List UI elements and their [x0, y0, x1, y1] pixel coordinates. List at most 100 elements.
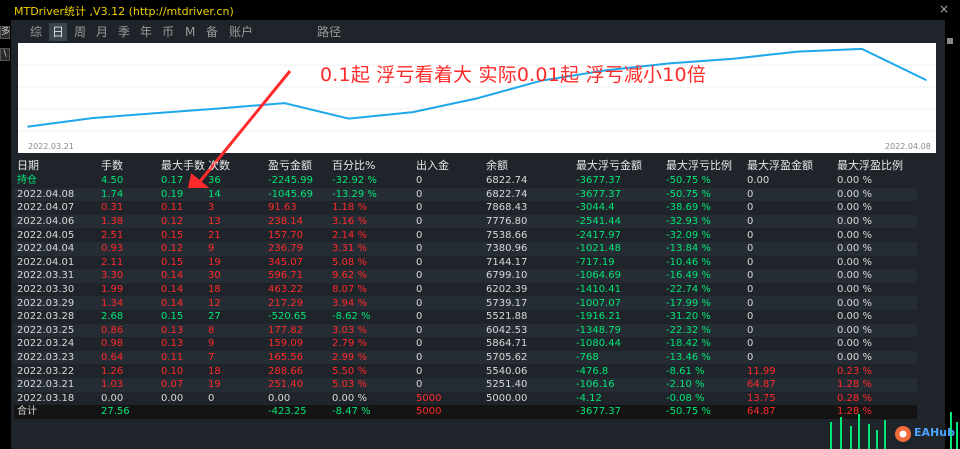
- table-cell: 0.00 %: [837, 284, 872, 296]
- column-header[interactable]: 手数: [101, 157, 161, 174]
- table-cell: 0.12: [161, 241, 208, 256]
- table-cell: 0.00 %: [837, 350, 917, 365]
- table-cell: 0.00 %: [837, 175, 872, 187]
- table-cell: 0.23 %: [837, 365, 872, 377]
- table-cell: 13.75: [747, 392, 776, 404]
- table-cell: 0.14: [161, 296, 208, 310]
- table-cell: 0.11: [161, 350, 208, 365]
- table-row: 2022.03.18 0.00 0.00 0 0.00 0.00 % 5000 5000.00…: [14, 392, 917, 406]
- table-cell: -2417.97: [576, 229, 621, 241]
- table-cell: 1.99: [101, 284, 124, 296]
- table-header-row: 日期 手数 最大手数 次数 盈亏金额 百分比% 出入金 余额 最大浮亏金额 最大浮亏比例 最大浮盈金…: [14, 157, 917, 174]
- table-cell: 0.15: [161, 311, 184, 323]
- eahub-watermark: EAHub: [893, 423, 955, 445]
- table-cell: 2.11: [101, 256, 124, 268]
- table-cell: 0.00 %: [837, 214, 917, 229]
- table-cell: 0: [416, 377, 486, 392]
- table-cell: 0.15: [161, 229, 184, 241]
- table-cell: 0: [208, 392, 215, 404]
- table-cell: 1.03: [101, 377, 161, 392]
- table-cell: 0: [416, 269, 486, 283]
- table-cell: 18: [208, 365, 221, 377]
- table-cell: -106.16: [576, 377, 666, 392]
- table-cell: 3.03 %: [332, 323, 416, 338]
- table-cell: 1.74: [101, 187, 161, 202]
- table-cell: 2022.03.28: [17, 311, 75, 323]
- table-cell: -38.69 %: [666, 202, 711, 214]
- column-header[interactable]: 余额: [486, 157, 576, 174]
- table-cell: 19: [208, 377, 268, 392]
- table-cell: -1021.48: [576, 241, 666, 256]
- table-cell: 1.18 %: [332, 202, 367, 214]
- table-row: 2022.04.05 2.51 0.15 21 157.70 2.14 % 0 7538.66…: [14, 228, 917, 242]
- table-cell: 18: [208, 284, 221, 296]
- table-cell: 0: [747, 241, 837, 256]
- column-header[interactable]: 盈亏金额: [268, 157, 332, 174]
- table-cell: 2.14 %: [332, 229, 367, 241]
- table-cell: 236.79: [268, 241, 332, 256]
- column-header[interactable]: 最大浮亏比例: [666, 157, 747, 174]
- table-cell: 0.00: [747, 175, 770, 187]
- table-cell: 2022.03.30: [17, 284, 75, 296]
- table-cell: 251.40: [268, 377, 332, 392]
- table-cell: 0.86: [101, 323, 161, 338]
- column-header[interactable]: 日期: [14, 157, 101, 174]
- table-cell: 217.29: [268, 296, 332, 310]
- table-row: 2022.04.06 1.38 0.12 13 238.14 3.16 % 0 7776.80…: [14, 214, 917, 229]
- table-cell: 0: [747, 269, 837, 283]
- column-header[interactable]: 最大手数: [161, 157, 208, 174]
- table-cell: 0.00 %: [332, 392, 367, 404]
- table-cell: 177.82: [268, 323, 332, 338]
- table-cell: 0.98: [101, 338, 124, 350]
- table-cell: 345.07: [268, 256, 303, 268]
- table-cell: 0: [416, 284, 423, 296]
- table-cell: 0: [747, 350, 837, 365]
- column-header[interactable]: 百分比%: [332, 157, 416, 174]
- table-cell: 0: [747, 256, 754, 268]
- table-cell: -3677.37: [576, 187, 666, 202]
- table-cell: 5864.71: [486, 338, 528, 350]
- table-cell: -32.09 %: [666, 229, 711, 241]
- table-cell: -0.08 %: [666, 392, 705, 404]
- column-header[interactable]: 最大浮盈比例: [837, 157, 917, 174]
- table-cell: -50.75 %: [666, 405, 747, 419]
- table-cell: 0.00 %: [837, 296, 917, 310]
- table-cell: 14: [208, 187, 268, 202]
- table-cell: 27: [208, 311, 221, 323]
- table-cell: 2022.04.01: [17, 256, 75, 268]
- table-row: 2022.03.25 0.86 0.13 8 177.82 3.03 % 0 6042.53-…: [14, 323, 917, 338]
- table-cell: 合计: [14, 405, 101, 419]
- table-cell: -10.46 %: [666, 256, 711, 268]
- table-cell: 36: [208, 175, 221, 187]
- table-cell: 0.00 %: [837, 256, 872, 268]
- column-header[interactable]: 次数: [208, 157, 268, 174]
- table-cell: 5521.88: [486, 311, 528, 323]
- column-header[interactable]: 出入金: [416, 157, 486, 174]
- table-cell: -768: [576, 350, 666, 365]
- table-cell: 0.00 %: [837, 241, 917, 256]
- daily-stats-table: 日期 手数 最大手数 次数 盈亏金额 百分比% 出入金 余额 最大浮亏金额 最大浮亏比例 最大浮盈金…: [14, 157, 917, 419]
- table-cell: 5251.40: [486, 377, 576, 392]
- table-cell: 1.38: [101, 214, 161, 229]
- table-cell: 0: [416, 338, 423, 350]
- table-cell: -22.74 %: [666, 284, 711, 296]
- table-cell: 6822.74: [486, 187, 576, 202]
- table-cell: 3.94 %: [332, 296, 416, 310]
- table-cell: 0.17: [161, 175, 184, 187]
- table-cell: -1045.69: [268, 187, 332, 202]
- table-cell: 0.00: [101, 392, 124, 404]
- table-cell: 0.15: [161, 256, 184, 268]
- table-cell: 0.00 %: [837, 311, 872, 323]
- table-cell: 5.08 %: [332, 256, 367, 268]
- table-cell: 2022.03.21: [14, 377, 101, 392]
- column-header[interactable]: 最大浮亏金额: [576, 157, 666, 174]
- table-cell: -1064.69: [576, 269, 666, 283]
- table-cell: [208, 405, 268, 419]
- table-cell: 11.99: [747, 365, 776, 377]
- table-cell: 64.87: [747, 377, 837, 392]
- table-cell: 0.19: [161, 187, 208, 202]
- column-header[interactable]: 最大浮盈金额: [747, 157, 837, 174]
- table-cell: [486, 405, 576, 419]
- table-cell: 0.07: [161, 377, 208, 392]
- table-cell: 6202.39: [486, 284, 528, 296]
